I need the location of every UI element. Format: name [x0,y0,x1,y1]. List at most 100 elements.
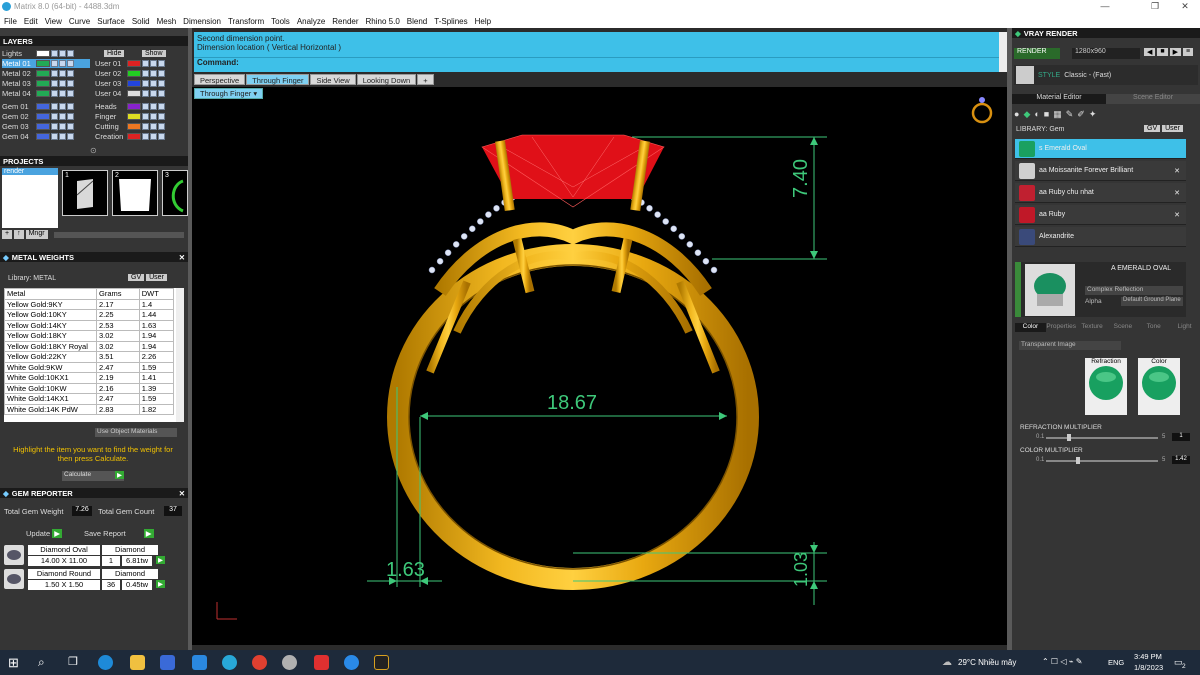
layer-lock-icon[interactable] [51,80,58,87]
project-thumb-1[interactable]: 1 [62,170,108,216]
layer-visible-icon[interactable] [59,133,66,140]
use-object-materials[interactable]: Use Object Materials [95,428,177,437]
gem-material-item[interactable]: Alexandrite [1015,227,1186,247]
layer-lock-icon[interactable] [51,90,58,97]
gem-user-button[interactable]: User [1162,125,1183,132]
layer-color-swatch[interactable] [36,50,50,57]
layer-row[interactable]: Finger [95,112,185,121]
gem-material-item[interactable]: s Emerald Oval [1015,139,1186,159]
app-icon-1[interactable] [282,655,297,670]
menu-rhino[interactable]: Rhino 5.0 [366,17,400,26]
refr-value[interactable]: 1 [1172,433,1190,441]
refraction-swatch[interactable]: Refraction [1085,358,1127,415]
project-add-button[interactable]: + [2,230,13,239]
layer-visible-icon[interactable] [59,103,66,110]
menu-view[interactable]: View [45,17,62,26]
color-multiplier-slider[interactable]: 0.1 5 1.42 [1020,456,1192,465]
collapse-layers-icon[interactable]: ⊙ [90,146,97,155]
menu-mesh[interactable]: Mesh [157,17,177,26]
layer-lock-icon[interactable] [142,70,149,77]
tab-tone[interactable]: Tone [1138,323,1169,332]
menu-help[interactable]: Help [475,17,491,26]
layer-visible-icon[interactable] [150,113,157,120]
layer-color-swatch[interactable] [36,70,50,77]
tab-light[interactable]: Light [1169,323,1200,332]
tab-material-editor[interactable]: Material Editor [1012,94,1106,104]
col-grams[interactable]: Grams [96,288,140,300]
layer-row[interactable]: Gem 01 [2,102,90,111]
layer-bulb-icon[interactable] [158,60,165,67]
material-square-icon[interactable]: ■ [1044,109,1049,119]
layer-lock-icon[interactable] [51,70,58,77]
layer-row[interactable]: Metal 02 [2,69,90,78]
tab-scene-editor[interactable]: Scene Editor [1106,94,1200,104]
layer-bulb-icon[interactable] [67,80,74,87]
gem-material-item[interactable]: aa Ruby ✕ [1015,205,1186,225]
col-metal[interactable]: Metal [4,288,97,300]
task-view-icon[interactable]: ❐ [68,655,78,668]
render-button[interactable]: RENDER [1014,48,1060,59]
matrix-icon[interactable] [222,655,237,670]
table-row[interactable]: White Gold:9KW 2.47 1.59 [4,361,175,373]
gem-report-row[interactable]: Diamond Oval Diamond 14.00 X 11.00 1 6.81tw ▶ [4,544,166,566]
project-thumb-2[interactable]: 2 [112,170,158,216]
save-report-button[interactable]: Save Report ▶ [84,529,154,538]
menu-tsplines[interactable]: T-Splines [434,17,467,26]
gem-material-item[interactable]: aa Moissanite Forever Brilliant ✕ [1015,161,1186,181]
layer-lock-icon[interactable] [142,113,149,120]
menu-blend[interactable]: Blend [407,17,427,26]
layer-row[interactable]: Creation [95,132,185,141]
gem-material-item[interactable]: aa Ruby chu nhat ✕ [1015,183,1186,203]
layer-visible-icon[interactable] [150,60,157,67]
edge-icon[interactable] [98,655,113,670]
layer-visible-icon[interactable] [150,80,157,87]
tab-through-finger[interactable]: Through Finger [246,74,310,85]
gem-play-icon[interactable]: ▶ [156,580,165,588]
layer-bulb-icon[interactable] [158,70,165,77]
layer-color-swatch[interactable] [127,70,141,77]
layer-visible-icon[interactable] [59,50,66,57]
layer-color-swatch[interactable] [36,123,50,130]
layer-visible-icon[interactable] [59,113,66,120]
table-row[interactable]: Yellow Gold:10KY 2.25 1.44 [4,309,175,321]
project-thumb-3[interactable]: 3 [162,170,188,216]
layer-row[interactable]: User 04 [95,89,185,98]
layer-visible-icon[interactable] [59,70,66,77]
layer-lock-icon[interactable] [51,113,58,120]
layer-color-swatch[interactable] [36,80,50,87]
material-collapse-icon[interactable] [1015,262,1021,317]
layer-row[interactable]: Gem 02 [2,112,90,121]
layer-lock-icon[interactable] [142,80,149,87]
update-button[interactable]: Update ▶ [26,529,63,538]
layer-lock-icon[interactable] [51,133,58,140]
minimize-button[interactable]: — [1085,1,1125,11]
layer-visible-icon[interactable] [150,133,157,140]
gem-play-icon[interactable]: ▶ [156,556,165,564]
tab-add[interactable]: + [417,74,434,85]
layer-color-swatch[interactable] [36,113,50,120]
layer-bulb-icon[interactable] [67,133,74,140]
layer-bulb-icon[interactable] [158,113,165,120]
search-icon[interactable]: ⌕ [38,655,45,670]
calculate-button[interactable]: Calculate ▶ [62,471,124,481]
close-button[interactable]: ✕ [1165,1,1200,12]
viewport[interactable]: Through Finger ▾ 7.40 18.67 1.63 1.03 [192,87,1007,645]
menu-tools[interactable]: Tools [271,17,290,26]
layer-color-swatch[interactable] [127,103,141,110]
render-next-icon[interactable]: ▶ [1169,48,1182,56]
col-knob[interactable] [1076,457,1081,464]
layer-row[interactable]: Metal 01 [2,59,90,68]
tray-icons[interactable]: ⌃ ☐ ◁ ⌁ ✎ [1042,657,1082,666]
layer-color-swatch[interactable] [36,103,50,110]
layer-color-swatch[interactable] [36,60,50,67]
metal-weights-close-icon[interactable]: ✕ [179,253,185,262]
menu-surface[interactable]: Surface [97,17,125,26]
refr-knob[interactable] [1066,434,1071,441]
clock-date[interactable]: 1/8/2023 [1134,663,1163,672]
layer-row[interactable]: User 02 [95,69,185,78]
layer-lock-icon[interactable] [142,60,149,67]
layer-row[interactable]: Metal 04 [2,89,90,98]
layer-lock-icon[interactable] [51,60,58,67]
project-item[interactable]: render [2,168,58,175]
language-indicator[interactable]: ENG [1108,658,1124,667]
